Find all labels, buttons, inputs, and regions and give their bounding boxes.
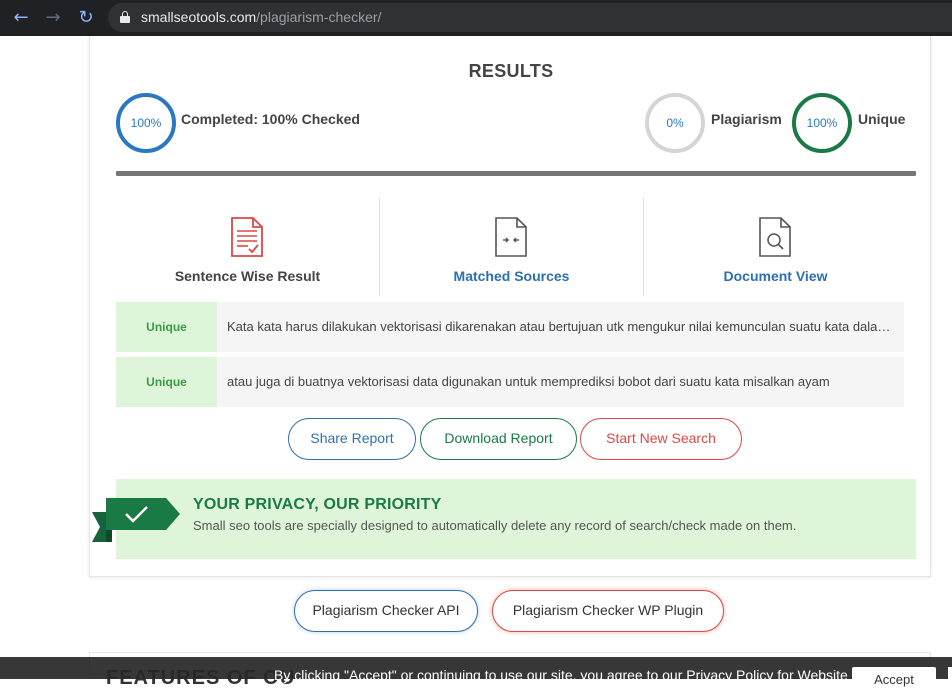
- results-title: RESULTS: [468, 61, 554, 81]
- progress-divider: [116, 171, 916, 176]
- sentence-row[interactable]: Unique Kata kata harus dilakukan vektori…: [116, 302, 904, 352]
- unique-status-badge: Unique: [116, 357, 217, 407]
- plagiarism-ring: 0%: [645, 93, 705, 153]
- reload-icon[interactable]: ↻: [75, 7, 97, 29]
- plagiarism-checker-api-button[interactable]: Plagiarism Checker API: [294, 590, 478, 632]
- url-text[interactable]: smallseotools.com/plagiarism-checker/: [141, 9, 381, 25]
- tab-label: Matched Sources: [453, 268, 570, 284]
- accept-cookies-button[interactable]: Accept: [852, 667, 936, 691]
- tab-matched-sources[interactable]: Matched Sources: [379, 198, 642, 296]
- unique-label: Unique: [858, 111, 906, 127]
- secondary-cookie-button[interactable]: [948, 667, 952, 691]
- back-arrow-icon[interactable]: ←: [10, 7, 32, 29]
- cookie-consent-bar: By clicking "Accept" or continuing to us…: [0, 657, 952, 691]
- tab-label: Document View: [723, 268, 828, 284]
- tab-sentence-wise-result[interactable]: Sentence Wise Result: [116, 198, 379, 296]
- url-host: smallseotools.com: [141, 9, 257, 25]
- unique-ring: 100%: [792, 93, 852, 153]
- completed-label: Completed: 100% Checked: [181, 111, 360, 127]
- plagiarism-checker-wp-plugin-button[interactable]: Plagiarism Checker WP Plugin: [492, 590, 724, 632]
- privacy-text: Small seo tools are specially designed t…: [193, 518, 797, 533]
- plagiarism-label: Plagiarism: [711, 111, 782, 127]
- lock-icon[interactable]: [120, 11, 130, 23]
- sentence-text: Kata kata harus dilakukan vektorisasi di…: [227, 319, 899, 334]
- url-path: /plagiarism-checker/: [256, 9, 382, 25]
- tab-document-view[interactable]: Document View: [643, 198, 906, 296]
- sentence-row[interactable]: Unique atau juga di buatnya vektorisasi …: [116, 357, 904, 407]
- address-bar[interactable]: smallseotools.com/plagiarism-checker/: [108, 3, 952, 32]
- document-search-icon: [759, 217, 791, 257]
- cookie-text: By clicking "Accept" or continuing to us…: [274, 667, 848, 683]
- checkmark-ribbon-icon: [92, 498, 180, 542]
- forward-arrow-icon[interactable]: →: [42, 7, 64, 29]
- tab-label: Sentence Wise Result: [174, 268, 321, 284]
- completed-progress-ring: 100%: [116, 93, 176, 153]
- browser-toolbar: ← → ↻ smallseotools.com/plagiarism-check…: [0, 0, 952, 36]
- share-report-button[interactable]: Share Report: [288, 418, 416, 460]
- sentence-text: atau juga di buatnya vektorisasi data di…: [227, 374, 830, 389]
- unique-status-badge: Unique: [116, 302, 217, 352]
- start-new-search-button[interactable]: Start New Search: [580, 418, 742, 460]
- compare-arrows-icon: [495, 217, 527, 257]
- download-report-button[interactable]: Download Report: [420, 418, 577, 460]
- document-lines-icon: [231, 217, 263, 257]
